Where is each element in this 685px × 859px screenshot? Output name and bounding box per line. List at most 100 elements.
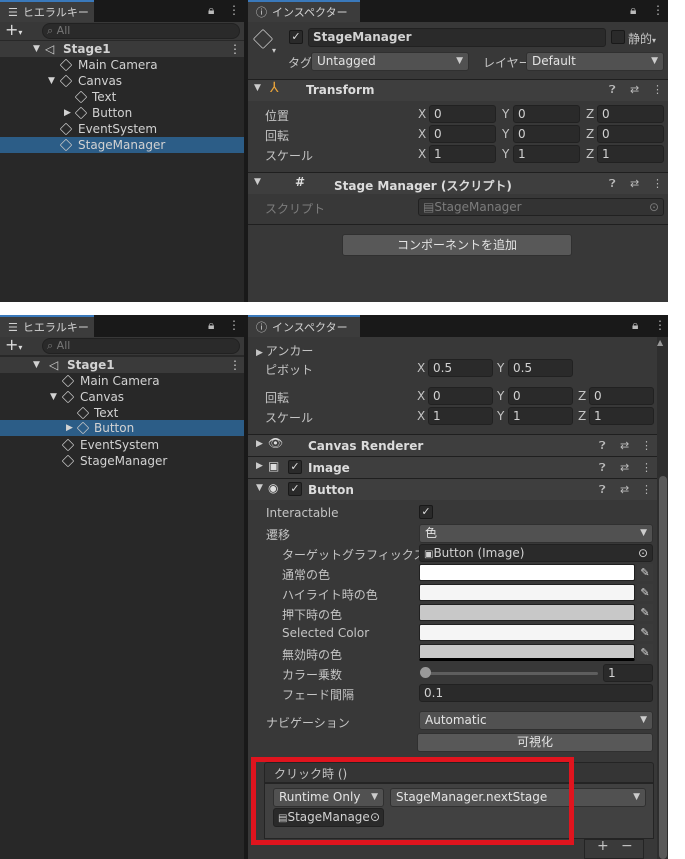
preset-icon[interactable]: ⇄ (630, 83, 639, 96)
expand-icon[interactable]: ▶ (256, 461, 263, 471)
object-name-field[interactable]: StageManager (308, 28, 606, 47)
target-icon[interactable]: ⊙ (638, 545, 648, 561)
top-tree-item-selected[interactable]: StageManager (78, 137, 165, 153)
disabled-color-swatch[interactable] (419, 644, 635, 661)
scene-more-icon[interactable]: ⋮ (229, 357, 241, 373)
rotation-x-field[interactable]: 0 (429, 125, 496, 143)
chevron-down-icon[interactable]: ▾ (272, 46, 276, 55)
navigation-dropdown[interactable]: Automatic ▼ (419, 711, 653, 730)
lock-icon[interactable]: 🔒︎ (208, 318, 214, 333)
scale-x-field[interactable]: 1 (429, 145, 496, 163)
scale-y-field[interactable]: 1 (513, 145, 580, 163)
help-icon[interactable]: ❓︎ (599, 461, 606, 475)
expand-icon[interactable]: ▼ (50, 389, 57, 405)
eyedropper-icon[interactable]: ✎ (637, 644, 653, 661)
help-icon[interactable]: ❓︎ (599, 483, 606, 497)
highlight-color-swatch[interactable] (419, 584, 635, 601)
bottom-tree-item[interactable]: Canvas (80, 389, 124, 405)
scene-expand-icon[interactable]: ▼ (33, 357, 40, 373)
add-icon[interactable]: +▾ (5, 335, 22, 354)
normal-color-swatch[interactable] (419, 564, 635, 581)
expand-icon[interactable]: ▼ (254, 83, 261, 93)
transition-dropdown[interactable]: 色 ▼ (419, 524, 653, 543)
more-icon[interactable]: ⋮ (652, 177, 663, 190)
help-icon[interactable]: ❓︎ (609, 177, 616, 191)
top-hierarchy-search[interactable]: ⌕ All (42, 23, 240, 39)
pivot-x-field[interactable]: 0.5 (428, 359, 493, 377)
button-enabled-checkbox[interactable]: ✓ (288, 482, 302, 496)
top-tree-item[interactable]: EventSystem (78, 121, 157, 137)
interactable-checkbox[interactable]: ✓ (419, 505, 433, 519)
top-scene-name[interactable]: Stage1 (63, 41, 111, 57)
more-icon[interactable]: ⋮ (654, 318, 666, 332)
static-checkbox[interactable] (611, 30, 625, 44)
eyedropper-icon[interactable]: ✎ (637, 624, 653, 641)
expand-icon[interactable]: ▼ (254, 177, 261, 187)
preset-icon[interactable]: ⇄ (630, 177, 639, 190)
more-icon[interactable]: ⋮ (228, 3, 240, 17)
eyedropper-icon[interactable]: ✎ (637, 604, 653, 621)
preset-icon[interactable]: ⇄ (620, 483, 629, 496)
bottom-inspector-tab[interactable]: ⓘ インスペクター (248, 315, 360, 337)
add-listener-button[interactable]: + (597, 838, 609, 854)
anchor-label[interactable]: ▶ アンカー (256, 342, 313, 359)
scale-z-field[interactable]: 1 (589, 407, 654, 425)
preset-icon[interactable]: ⇄ (620, 439, 629, 452)
tag-dropdown[interactable]: Untagged ▼ (311, 52, 469, 71)
scale-x-field[interactable]: 1 (428, 407, 493, 425)
top-tree-item[interactable]: Main Camera (78, 57, 158, 73)
scale-z-field[interactable]: 1 (597, 145, 664, 163)
fade-duration-field[interactable]: 0.1 (419, 684, 653, 702)
top-tree-item[interactable]: Text (92, 89, 116, 105)
position-y-field[interactable]: 0 (513, 105, 580, 123)
remove-listener-button[interactable]: − (621, 838, 633, 854)
add-component-button[interactable]: コンポーネントを追加 (342, 234, 572, 256)
rotation-z-field[interactable]: 0 (597, 125, 664, 143)
add-icon[interactable]: +▾ (5, 20, 22, 39)
bottom-hierarchy-tab[interactable]: ☰ ヒエラルキー (0, 315, 94, 337)
more-icon[interactable]: ⋮ (641, 439, 652, 452)
pressed-color-swatch[interactable] (419, 604, 635, 621)
bottom-tree-item[interactable]: Text (94, 405, 118, 421)
top-tree-item[interactable]: Button (92, 105, 132, 121)
bottom-tree-item-selected[interactable]: Button (94, 420, 134, 436)
lock-icon[interactable]: 🔒︎ (208, 3, 214, 18)
rotation-y-field[interactable]: 0 (513, 125, 580, 143)
preset-icon[interactable]: ⇄ (620, 461, 629, 474)
more-icon[interactable]: ⋮ (228, 318, 240, 332)
scene-more-icon[interactable]: ⋮ (229, 41, 241, 57)
target-graphic-field[interactable]: ▣Button (Image) ⊙ (419, 544, 653, 562)
more-icon[interactable]: ⋮ (652, 3, 664, 17)
eyedropper-icon[interactable]: ✎ (637, 564, 653, 581)
expand-icon[interactable]: ▼ (48, 73, 55, 89)
rotation-z-field[interactable]: 0 (589, 387, 654, 405)
more-icon[interactable]: ⋮ (641, 483, 652, 496)
position-z-field[interactable]: 0 (597, 105, 664, 123)
bottom-tree-item[interactable]: EventSystem (80, 437, 159, 453)
bottom-tree-item[interactable]: StageManager (80, 453, 167, 469)
expand-icon[interactable]: ▶ (256, 439, 263, 449)
lock-icon[interactable]: 🔒︎ (630, 3, 636, 18)
rotation-x-field[interactable]: 0 (428, 387, 493, 405)
more-icon[interactable]: ⋮ (641, 461, 652, 474)
color-multiplier-field[interactable]: 1 (603, 664, 653, 682)
color-multiplier-slider-track[interactable] (424, 672, 598, 675)
help-icon[interactable]: ❓︎ (599, 439, 606, 453)
help-icon[interactable]: ❓︎ (609, 83, 616, 97)
bottom-hierarchy-search[interactable]: ⌕ All (42, 338, 240, 354)
image-enabled-checkbox[interactable]: ✓ (288, 460, 302, 474)
expand-icon[interactable]: ▶ (66, 420, 73, 436)
color-multiplier-slider-handle[interactable] (420, 667, 431, 678)
position-x-field[interactable]: 0 (429, 105, 496, 123)
scrollbar-thumb[interactable] (659, 476, 667, 859)
selected-color-swatch[interactable] (419, 624, 635, 641)
pivot-y-field[interactable]: 0.5 (508, 359, 573, 377)
top-tree-item[interactable]: Canvas (78, 73, 122, 89)
top-hierarchy-tab[interactable]: ☰ ヒエラルキー (0, 0, 94, 22)
bottom-scene-name[interactable]: Stage1 (67, 357, 115, 373)
bottom-tree-item[interactable]: Main Camera (80, 373, 160, 389)
visualize-button[interactable]: 可視化 (417, 733, 653, 752)
lock-icon[interactable]: 🔒︎ (632, 318, 638, 333)
rotation-y-field[interactable]: 0 (508, 387, 573, 405)
scene-expand-icon[interactable]: ▼ (33, 41, 40, 57)
